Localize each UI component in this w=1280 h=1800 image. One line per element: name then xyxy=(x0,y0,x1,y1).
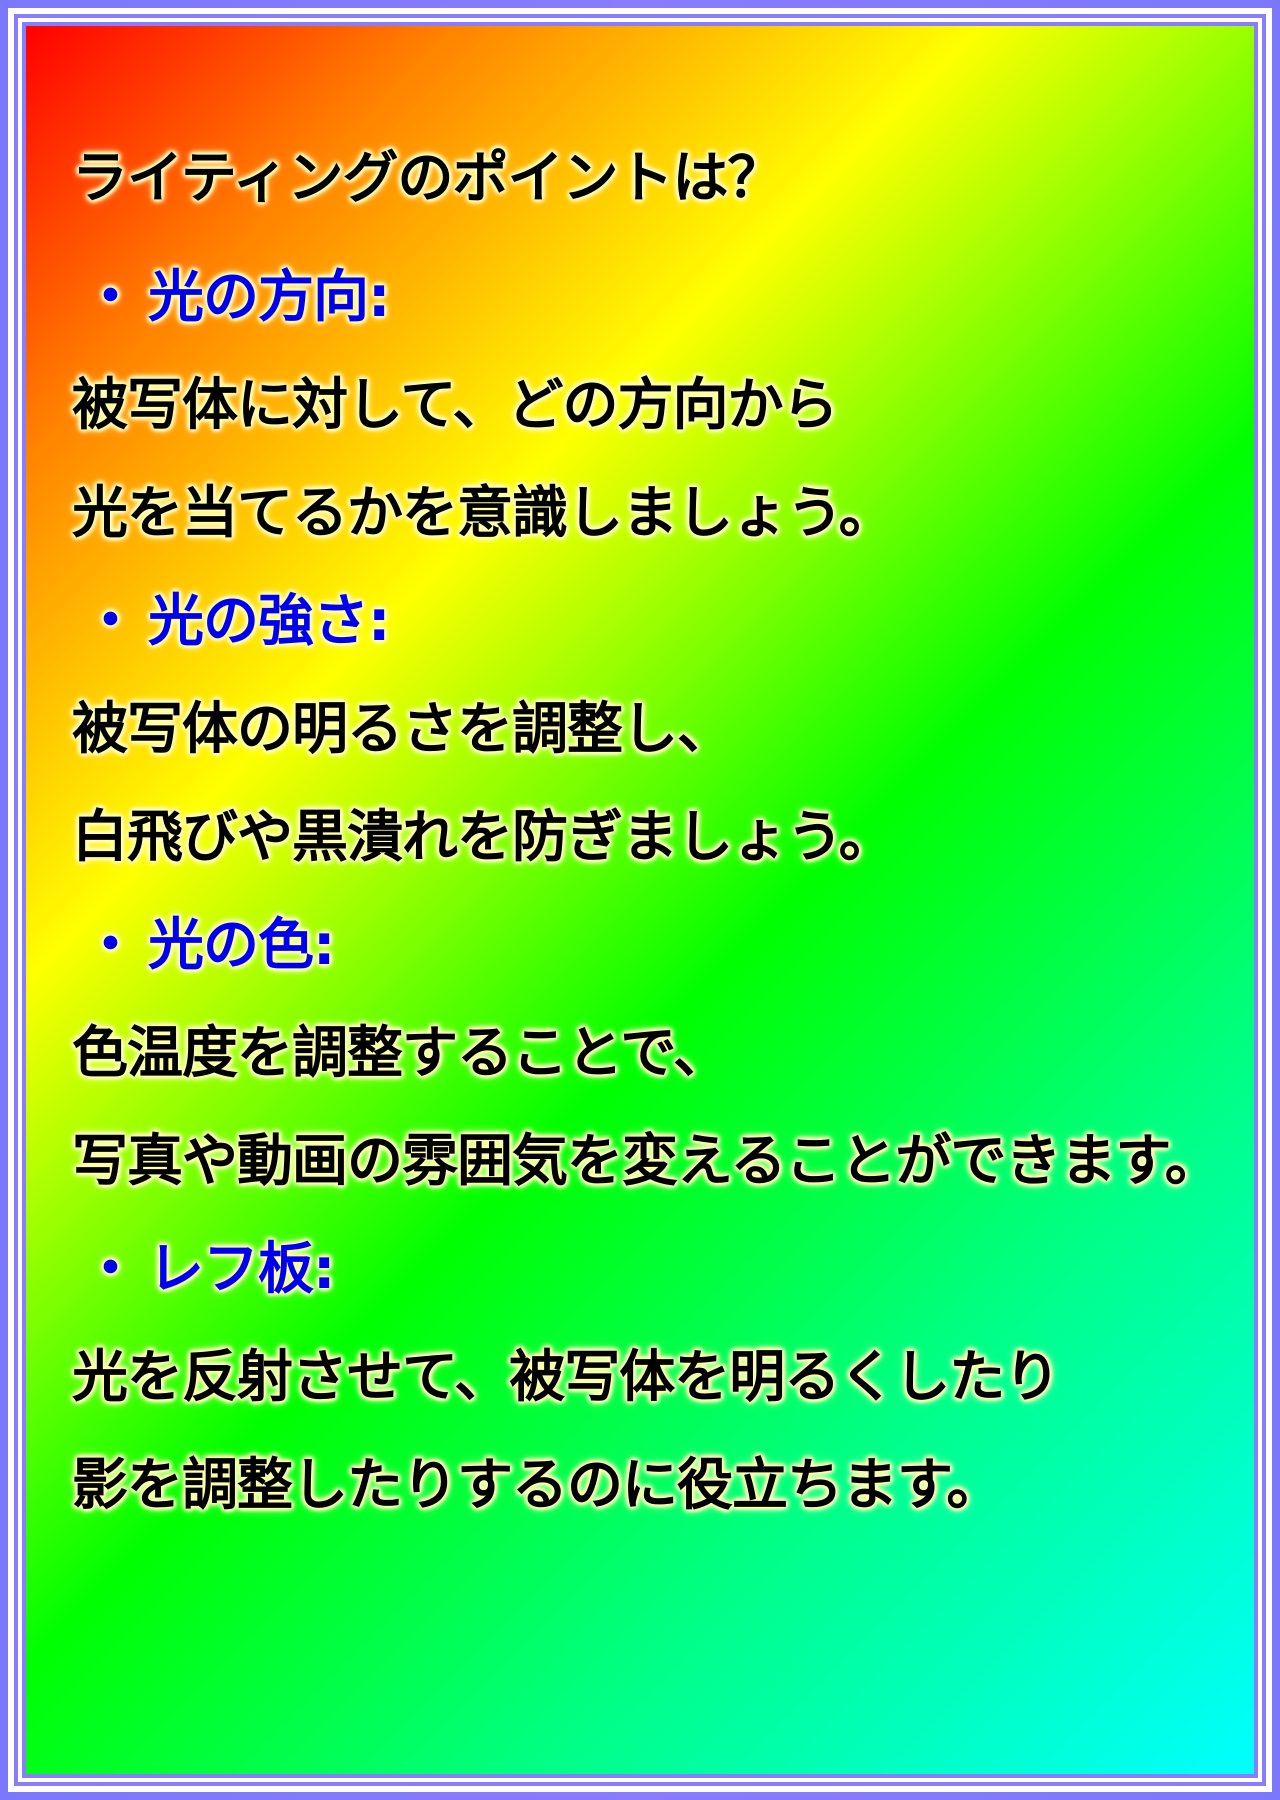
section-heading-light-intensity: ・光の強さ: xyxy=(72,568,1252,676)
body-line: 写真や動画の雰囲気を変えることができます。 xyxy=(72,1129,1221,1194)
bullet-dot: ・ xyxy=(82,265,139,330)
body-line: 被写体の明るさを調整し、 xyxy=(72,697,733,762)
page-title: ライティングのポイントは？ xyxy=(72,146,784,211)
section-heading-reflector: ・レフ板: xyxy=(72,1216,1252,1324)
bullet-dot: ・ xyxy=(82,1237,139,1302)
section-heading-label: 光の強さ: xyxy=(148,589,390,654)
text-content: ライティングのポイントは？ ・光の方向: 被写体に対して、どの方向から 光を当て… xyxy=(72,146,1252,1540)
section-heading-label: 光の方向: xyxy=(148,265,390,330)
body-line: 色温度を調整することで、 xyxy=(72,1021,729,1086)
bullet-dot: ・ xyxy=(82,589,139,654)
section-heading-label: 光の色: xyxy=(148,913,335,978)
body-line: 被写体に対して、どの方向から xyxy=(72,373,839,438)
body-line: 影を調整したりするのに役立ちます。 xyxy=(72,1453,1002,1518)
section-heading-light-direction: ・光の方向: xyxy=(72,244,1252,352)
body-line: 光を当てるかを意識しましょう。 xyxy=(72,481,895,546)
bullet-dot: ・ xyxy=(82,913,139,978)
body-line: 白飛びや黒潰れを防ぎましょう。 xyxy=(72,805,895,870)
section-heading-light-color: ・光の色: xyxy=(72,892,1252,1000)
section-heading-label: レフ板: xyxy=(148,1237,335,1302)
body-line: 光を反射させて、被写体を明るくしたり xyxy=(72,1345,1060,1410)
poster: ライティングのポイントは？ ・光の方向: 被写体に対して、どの方向から 光を当て… xyxy=(0,0,1280,1800)
